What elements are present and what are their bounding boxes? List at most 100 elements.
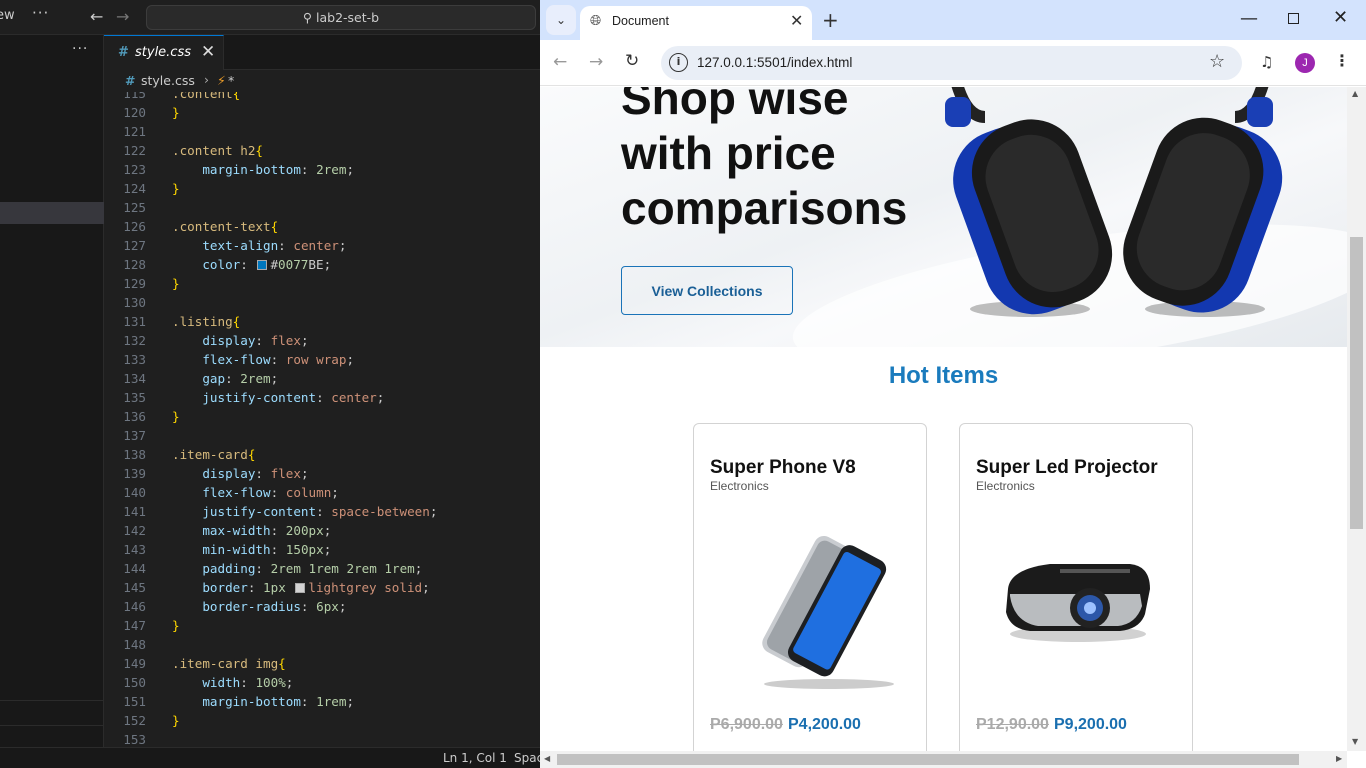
info-icon[interactable]: i (669, 53, 688, 72)
back-arrow-icon[interactable]: ← (90, 7, 103, 26)
code-line[interactable]: 140 flex-flow: column; (104, 483, 540, 502)
vscode-titlebar: ew ··· ← → ⚲ lab2-set-b (0, 0, 540, 35)
item-card[interactable]: Super Led Projector Electronics P12,90.0… (959, 423, 1193, 751)
new-tab-button[interactable]: + (822, 8, 839, 32)
hero-title: Shop wise with price comparisons (621, 87, 908, 234)
breadcrumb-file[interactable]: style.css (141, 73, 195, 88)
view-collections-button[interactable]: View Collections (621, 266, 793, 315)
indentation-status[interactable]: Spac (514, 751, 543, 765)
vertical-scrollbar[interactable]: ▲ ▼ (1347, 87, 1366, 751)
kebab-menu-icon[interactable]: ⋮ (1334, 51, 1350, 70)
close-icon[interactable]: ✕ (790, 11, 803, 30)
code-line[interactable]: 150 width: 100%; (104, 673, 540, 692)
code-line[interactable]: 138 .item-card{ (104, 445, 540, 464)
code-text: } (172, 181, 180, 196)
code-line[interactable]: 123 margin-bottom: 2rem; (104, 160, 540, 179)
line-number: 126 (123, 219, 146, 234)
code-line[interactable]: 147} (104, 616, 540, 635)
line-number: 122 (123, 143, 146, 158)
explorer-sidebar: ··· (0, 35, 104, 747)
code-line[interactable]: 126 .content-text{ (104, 217, 540, 236)
code-line[interactable]: 133 flex-flow: row wrap; (104, 350, 540, 369)
command-center-search[interactable]: ⚲ lab2-set-b (146, 5, 536, 30)
code-line[interactable]: 143 min-width: 150px; (104, 540, 540, 559)
back-arrow-icon[interactable]: ← (553, 52, 567, 72)
code-line[interactable]: 148 (104, 635, 540, 654)
url-text[interactable]: 127.0.0.1:5501/index.html (697, 55, 852, 70)
code-line[interactable]: 136} (104, 407, 540, 426)
cursor-position[interactable]: Ln 1, Col 1 (443, 751, 507, 765)
code-line[interactable]: 145 border: 1px lightgrey solid; (104, 578, 540, 597)
item-name: Super Led Projector (976, 457, 1158, 478)
maximize-icon[interactable] (1288, 13, 1299, 24)
item-card[interactable]: Super Phone V8 Electronics P6,900.00 P4,… (693, 423, 927, 751)
line-number: 131 (123, 314, 146, 329)
minimize-icon[interactable]: — (1240, 8, 1258, 29)
code-line[interactable]: 137 (104, 426, 540, 445)
scroll-up-icon[interactable]: ▲ (1352, 89, 1358, 98)
scroll-left-icon[interactable]: ◀ (544, 754, 550, 763)
code-line[interactable]: 139 display: flex; (104, 464, 540, 483)
close-icon[interactable]: ✕ (201, 42, 215, 62)
code-line[interactable]: 124} (104, 179, 540, 198)
line-number: 146 (123, 599, 146, 614)
code-text: .content-text{ (172, 219, 279, 234)
code-line[interactable]: 127 text-align: center; (104, 236, 540, 255)
scroll-thumb[interactable] (557, 754, 1299, 765)
symbol-icon[interactable]: ⚡ (217, 73, 226, 88)
scroll-down-icon[interactable]: ▼ (1352, 737, 1358, 746)
sidebar-more-icon[interactable]: ··· (72, 41, 88, 57)
window-close-icon[interactable]: ✕ (1333, 7, 1348, 28)
sidebar-selected-item[interactable] (0, 202, 104, 224)
forward-arrow-icon[interactable]: → (116, 7, 129, 26)
code-line[interactable]: 149 .item-card img{ (104, 654, 540, 673)
code-line[interactable]: 153 (104, 730, 540, 747)
avatar[interactable]: J (1295, 53, 1315, 73)
item-category: Electronics (976, 479, 1035, 493)
tab-search-icon[interactable]: ⌄ (546, 5, 576, 35)
tab-style-css[interactable]: # style.css ✕ (104, 35, 224, 70)
more-menu-icon[interactable]: ··· (32, 4, 49, 22)
line-number: 151 (123, 694, 146, 709)
star-icon[interactable]: ☆ (1209, 51, 1225, 72)
sidebar-divider (0, 700, 104, 701)
forward-arrow-icon[interactable]: → (589, 52, 603, 72)
scroll-thumb[interactable] (1350, 237, 1363, 529)
hero-banner: Shop wise with price comparisons View Co… (540, 87, 1347, 399)
scroll-right-icon[interactable]: ▶ (1336, 754, 1342, 763)
address-bar[interactable]: i 127.0.0.1:5501/index.html ☆ (661, 46, 1242, 80)
menu-view[interactable]: ew (0, 8, 15, 23)
css-file-icon: # (125, 73, 136, 88)
reload-icon[interactable]: ↻ (625, 51, 639, 71)
code-line[interactable]: 134 gap: 2rem; (104, 369, 540, 388)
headphones-image (945, 87, 1283, 317)
code-line[interactable]: 120} (104, 103, 540, 122)
code-line[interactable]: 125 (104, 198, 540, 217)
code-line[interactable]: 151 margin-bottom: 1rem; (104, 692, 540, 711)
line-number: 132 (123, 333, 146, 348)
tab-strip: ⌄ 🌐︎ Document ✕ + — ✕ (540, 0, 1366, 40)
code-line[interactable]: 115 .content{ (104, 92, 540, 103)
code-line[interactable]: 135 justify-content: center; (104, 388, 540, 407)
code-text: } (172, 105, 180, 120)
media-icon[interactable]: ♫ (1260, 53, 1273, 71)
tab-document[interactable]: 🌐︎ Document ✕ (580, 6, 812, 40)
code-text: display: flex; (202, 466, 309, 481)
code-line[interactable]: 132 display: flex; (104, 331, 540, 350)
horizontal-scrollbar[interactable]: ◀ ▶ (540, 751, 1347, 768)
code-line[interactable]: 129} (104, 274, 540, 293)
code-line[interactable]: 152} (104, 711, 540, 730)
code-line[interactable]: 121 (104, 122, 540, 141)
code-line[interactable]: 128 color: #0077BE; (104, 255, 540, 274)
code-text: .item-card{ (172, 447, 256, 462)
breadcrumb-symbol[interactable]: * (228, 73, 234, 88)
code-line[interactable]: 144 padding: 2rem 1rem 2rem 1rem; (104, 559, 540, 578)
code-line[interactable]: 141 justify-content: space-between; (104, 502, 540, 521)
code-editor[interactable]: 115 .content{120} 121 122 .content h2{123 ma… (104, 92, 540, 747)
code-line[interactable]: 142 max-width: 200px; (104, 521, 540, 540)
code-line[interactable]: 130 (104, 293, 540, 312)
code-line[interactable]: 122 .content h2{ (104, 141, 540, 160)
code-line[interactable]: 131 .listing{ (104, 312, 540, 331)
code-line[interactable]: 146 border-radius: 6px; (104, 597, 540, 616)
item-price: P9,200.00 (1054, 716, 1127, 733)
